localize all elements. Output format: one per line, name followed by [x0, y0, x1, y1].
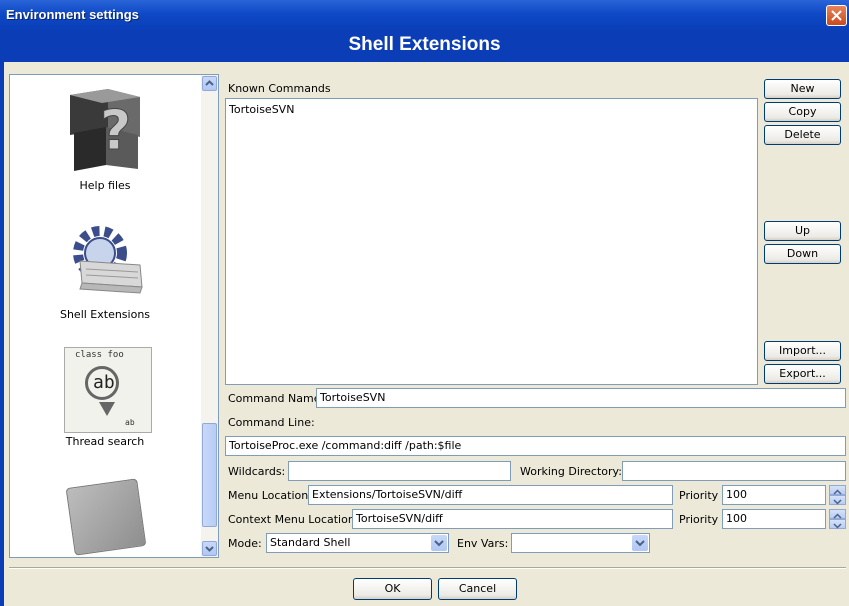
chevron-down-icon	[833, 523, 842, 529]
close-button[interactable]	[826, 5, 847, 26]
menu-priority-field[interactable]: 100	[722, 485, 826, 505]
spin-up-button[interactable]	[829, 509, 846, 519]
context-menu-location-field[interactable]: TortoiseSVN/diff	[352, 509, 673, 529]
ok-button[interactable]: OK	[353, 578, 432, 600]
menu-priority-spinner[interactable]	[829, 485, 846, 505]
down-button[interactable]: Down	[764, 244, 841, 264]
chevron-down-icon	[833, 499, 842, 505]
scroll-up-button[interactable]	[202, 76, 217, 91]
env-vars-select[interactable]	[511, 533, 650, 553]
command-name-field[interactable]: TortoiseSVN	[316, 388, 846, 408]
known-commands-list[interactable]: TortoiseSVN	[225, 98, 758, 385]
spin-down-button[interactable]	[829, 519, 846, 529]
env-vars-label: Env Vars:	[457, 537, 509, 550]
wildcards-field[interactable]	[288, 461, 511, 481]
command-name-label: Command Name:	[228, 392, 325, 405]
export-button[interactable]: Export...	[764, 364, 841, 384]
env-vars-dropdown-button[interactable]	[632, 535, 648, 551]
sidebar-item-shell-extensions[interactable]: Shell Extensions	[10, 221, 200, 331]
svg-text:?: ?	[100, 99, 131, 162]
copy-button[interactable]: Copy	[764, 102, 841, 122]
close-icon	[831, 10, 842, 21]
list-item[interactable]: TortoiseSVN	[229, 103, 294, 116]
context-priority-spinner[interactable]	[829, 509, 846, 529]
wildcards-label: Wildcards:	[228, 465, 286, 478]
mode-select-value: Standard Shell	[270, 536, 351, 549]
chevron-down-icon	[434, 540, 444, 547]
command-line-label: Command Line:	[228, 416, 315, 429]
command-line-field[interactable]: TortoiseProc.exe /command:diff /path:$fi…	[225, 436, 846, 456]
footer-separator	[9, 567, 846, 569]
title-bar: Environment settings	[0, 0, 849, 30]
working-directory-label: Working Directory:	[520, 465, 622, 478]
spin-up-button[interactable]	[829, 485, 846, 495]
sidebar-item-label: Shell Extensions	[59, 308, 151, 321]
menu-location-field[interactable]: Extensions/TortoiseSVN/diff	[308, 485, 673, 505]
sidebar-scrollbar[interactable]	[201, 75, 218, 557]
sidebar-item-thread-search[interactable]: class foo ab ab Thread search	[10, 345, 200, 455]
up-button[interactable]: Up	[764, 221, 841, 241]
page-title: Shell Extensions	[0, 30, 849, 62]
menu-location-label: Menu Location	[228, 489, 309, 502]
context-priority-field[interactable]: 100	[722, 509, 826, 529]
context-menu-location-label: Context Menu Location	[228, 513, 355, 526]
sidebar-item-notes[interactable]	[10, 477, 200, 557]
mode-select[interactable]: Standard Shell	[266, 533, 449, 553]
delete-button[interactable]: Delete	[764, 125, 841, 145]
sidebar-item-label: Thread search	[65, 435, 145, 448]
spin-down-button[interactable]	[829, 495, 846, 505]
context-priority-label: Priority	[679, 513, 719, 526]
cancel-button[interactable]: Cancel	[438, 578, 517, 600]
window-title: Environment settings	[6, 7, 139, 22]
import-button[interactable]: Import...	[764, 341, 841, 361]
notes-icon	[65, 478, 147, 556]
sidebar-item-help-files[interactable]: ? Help files	[10, 81, 200, 201]
help-files-icon: ?	[70, 89, 140, 171]
chevron-up-icon	[205, 80, 214, 86]
scroll-down-button[interactable]	[202, 541, 217, 556]
menu-priority-label: Priority	[679, 489, 719, 502]
settings-category-list[interactable]: ? Help files Shell Extensions class foo …	[9, 74, 219, 558]
thread-search-icon: class foo ab ab	[64, 347, 152, 433]
shell-extensions-icon	[73, 226, 143, 294]
chevron-down-icon	[635, 540, 645, 547]
chevron-down-icon	[205, 546, 214, 552]
new-button[interactable]: New	[764, 79, 841, 99]
sidebar-item-label: Help files	[79, 179, 131, 192]
scroll-thumb[interactable]	[202, 423, 217, 527]
working-directory-field[interactable]	[622, 461, 846, 481]
window-frame-left	[0, 62, 4, 606]
mode-label: Mode:	[228, 537, 262, 550]
known-commands-label: Known Commands	[228, 82, 331, 95]
mode-dropdown-button[interactable]	[431, 535, 447, 551]
